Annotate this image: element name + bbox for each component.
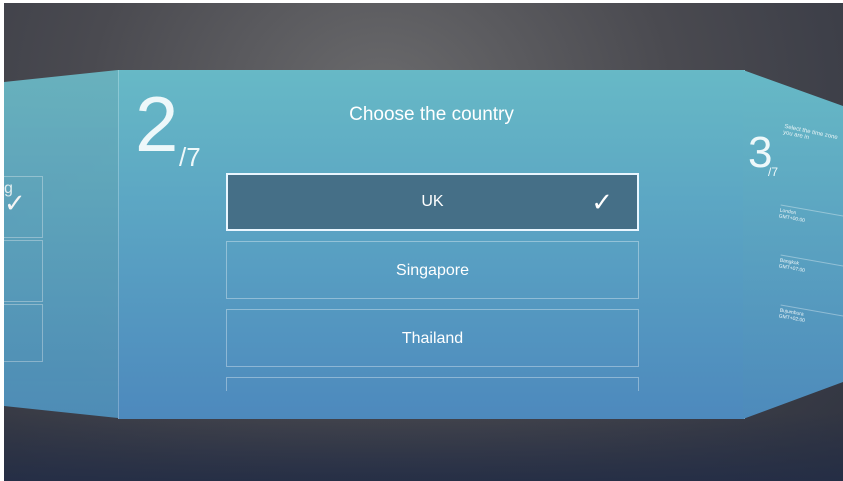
check-icon: ✓ [4,188,26,218]
setup-wizard-screen: g ✓ 2 /7 Choose the country UK ✓ Singapo… [4,3,843,481]
previous-step-panel[interactable]: g ✓ [4,70,118,418]
check-icon: ✓ [591,187,613,217]
timezone-row[interactable]: BujumburaGMT+02:00 [778,304,843,331]
country-list: UK ✓ Singapore Thailand [226,173,639,401]
previous-option-2[interactable] [4,240,43,302]
timezone-row[interactable]: LondonGMT+00:00 [778,204,843,231]
next-step-total: /7 [768,165,779,179]
next-step-title: Select the time zone you are in [782,123,839,142]
step-total: /7 [179,142,201,172]
country-label: Singapore [396,262,469,279]
background-shade [4,413,843,481]
timezone-row[interactable]: BangkokGMT+07:00 [778,254,843,281]
country-option-next[interactable] [226,377,639,391]
page-title: Choose the country [349,104,514,125]
country-option-singapore[interactable]: Singapore [226,241,639,299]
country-label: UK [421,193,444,210]
next-step-panel[interactable]: 3 /7 Select the time zone you are in Lon… [743,70,843,419]
country-step-panel: 2 /7 Choose the country UK ✓ Singapore T… [118,70,745,419]
previous-option-3[interactable] [4,304,43,362]
country-label: Thailand [401,330,464,347]
country-option-uk[interactable]: UK ✓ [226,173,639,231]
country-option-thailand[interactable]: Thailand [226,309,639,367]
